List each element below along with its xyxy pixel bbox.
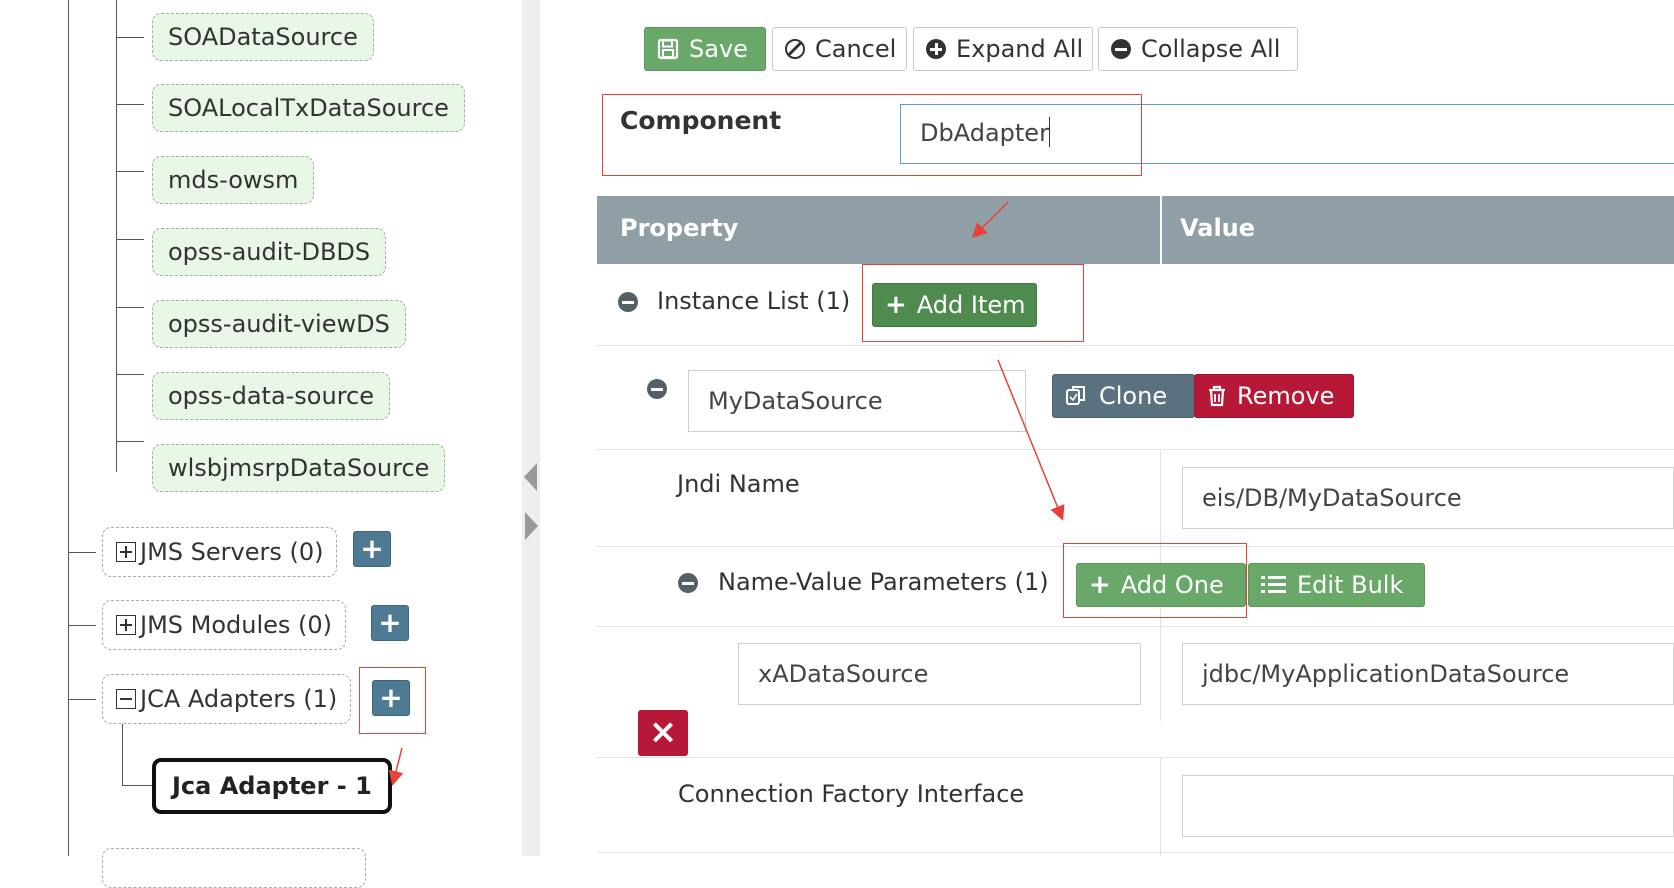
arrow-add-jca-to-node [388,747,404,786]
annotation-arrows [388,201,1065,786]
arrow-component-to-add-item [971,201,1009,239]
arrow-add-item-to-add-one [997,359,1065,521]
